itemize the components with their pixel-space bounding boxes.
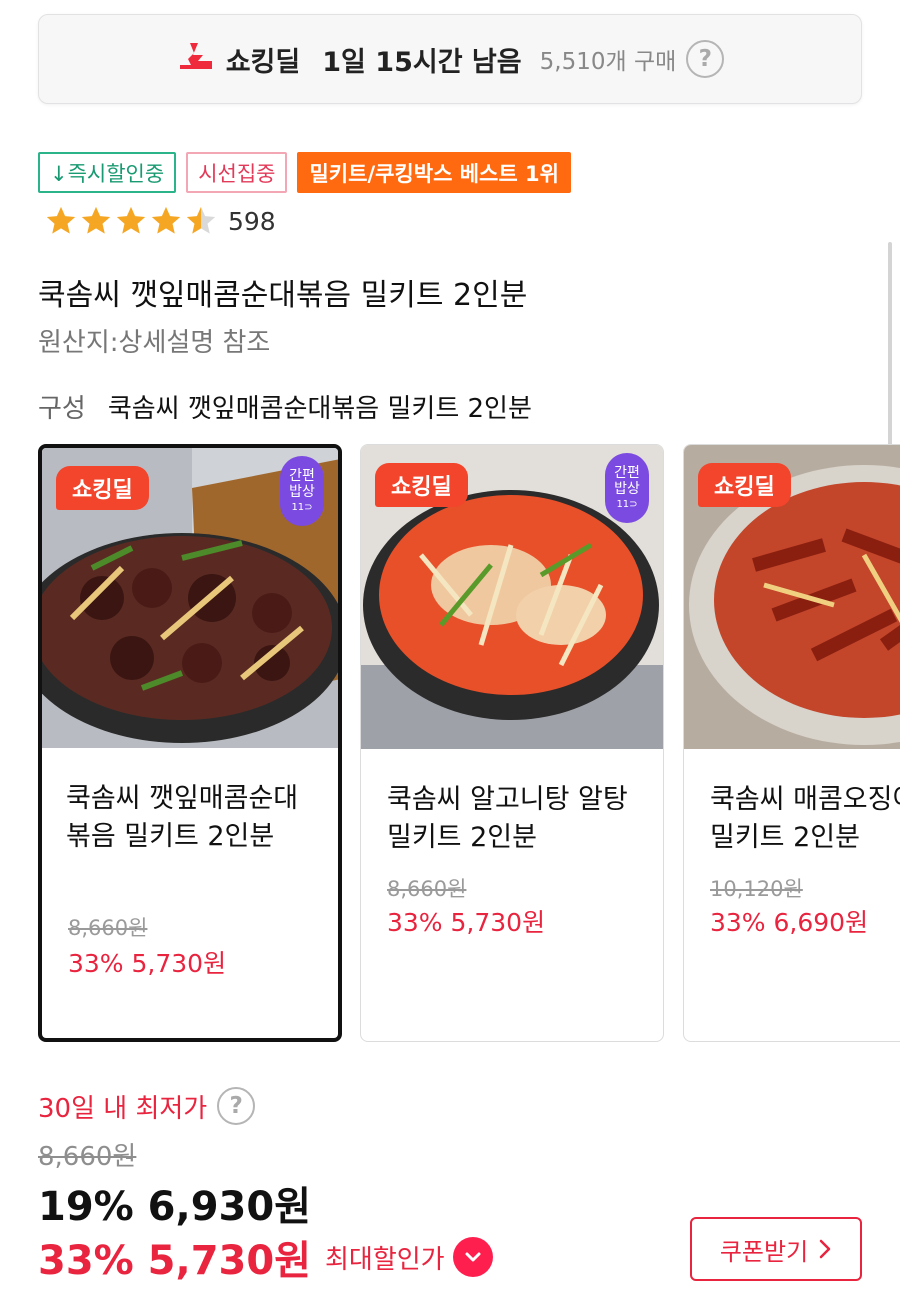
help-icon[interactable]: ? <box>686 40 725 78</box>
star-icon <box>116 206 146 234</box>
option-original-price: 8,660원 <box>387 877 467 901</box>
help-icon[interactable]: ? <box>217 1087 256 1125</box>
deal-sold-count: 5,510개 구매 <box>539 49 677 75</box>
option-discount-price: 33% 5,730원 <box>387 908 546 937</box>
option-discount-price: 33% 6,690원 <box>710 908 869 937</box>
product-title: 쿡솜씨 깻잎매콤순대볶음 밀키트 2인분 <box>38 278 528 313</box>
product-badges: ↓즉시할인중 시선집중 밀키트/쿠킹박스 베스트 1위 <box>38 152 571 193</box>
chevron-down-icon[interactable] <box>452 1237 493 1277</box>
meal-tag-logo: 11⊃ <box>291 502 313 514</box>
option-card[interactable]: 쇼킹딜 간편 밥상 11⊃ 쿡솜씨 알고니탕 알탕 밀키트 2인분 8,660원… <box>360 444 664 1042</box>
get-coupon-button[interactable]: 쿠폰받기 <box>690 1217 862 1281</box>
deal-name: 쇼킹딜 <box>225 46 301 78</box>
option-carousel[interactable]: 쇼킹딜 간편 밥상 11⊃ 쿡솜씨 깻잎매콤순대볶음 밀키트 2인분 8,660… <box>38 444 900 1044</box>
lowest-price-label: 30일 내 최저가 <box>38 1093 208 1124</box>
product-image: 쇼킹딜 <box>684 445 900 749</box>
shocking-deal-tag: 쇼킹딜 <box>56 466 149 510</box>
option-discount-price: 33% 5,730원 <box>68 949 227 978</box>
star-rating <box>44 204 218 238</box>
option-name: 쿡솜씨 매콤오징어볶음 밀키트 2인분 <box>710 784 900 853</box>
coupon-button-label: 쿠폰받기 <box>719 1237 809 1266</box>
original-price: 8,660원 <box>38 1142 137 1172</box>
compose-label: 구성 <box>38 394 86 424</box>
max-discount-label: 최대할인가 <box>325 1244 445 1275</box>
max-discount-price: 33% 5,730원 최대할인가 <box>38 1228 493 1286</box>
easy-meal-tag: 간편 밥상 11⊃ <box>605 453 649 523</box>
max-discount-value: 33% 5,730원 <box>38 1238 311 1284</box>
instant-discount-badge: ↓즉시할인중 <box>38 152 177 193</box>
compose-value: 쿡솜씨 깻잎매콤순대볶음 밀키트 2인분 <box>107 394 532 424</box>
shocking-deal-logo-icon <box>179 43 212 69</box>
meal-tag-line1: 간편 <box>614 465 640 482</box>
shocking-deal-tag: 쇼킹딜 <box>698 463 791 507</box>
star-icon <box>46 206 76 234</box>
product-origin: 원산지:상세설명 참조 <box>38 328 271 358</box>
option-card[interactable]: 쇼킹딜 쿡솜씨 매콤오징어볶음 밀키트 2인분 10,120원 33% 6,69… <box>683 444 900 1042</box>
best-rank-badge[interactable]: 밀키트/쿠킹박스 베스트 1위 <box>297 152 571 193</box>
meal-tag-logo: 11⊃ <box>616 499 638 511</box>
star-icon <box>81 206 111 234</box>
option-original-price: 8,660원 <box>68 916 148 940</box>
product-image: 쇼킹딜 간편 밥상 11⊃ <box>361 445 663 749</box>
shocking-deal-tag: 쇼킹딜 <box>375 463 468 507</box>
review-count: 598 <box>228 206 276 236</box>
discount-price: 19% 6,930원 <box>38 1184 311 1230</box>
option-composition: 구성 쿡솜씨 깻잎매콤순대볶음 밀키트 2인분 <box>38 388 532 425</box>
half-star-icon <box>186 206 216 234</box>
deal-time-left: 1일 15시간 남음 <box>322 46 522 78</box>
rating[interactable]: 598 <box>44 204 276 238</box>
attention-badge: 시선집중 <box>186 152 288 193</box>
lowest-price-30days: 30일 내 최저가 ? <box>38 1087 256 1125</box>
meal-tag-line1: 간편 <box>289 468 315 485</box>
option-name: 쿡솜씨 알고니탕 알탕 밀키트 2인분 <box>387 784 628 853</box>
meal-tag-line2: 밥상 <box>289 484 315 501</box>
option-name: 쿡솜씨 깻잎매콤순대볶음 밀키트 2인분 <box>66 783 299 852</box>
shocking-deal-bar[interactable]: 쇼킹딜 1일 15시간 남음 5,510개 구매 ? <box>38 14 862 104</box>
meal-tag-line2: 밥상 <box>614 481 640 498</box>
easy-meal-tag: 간편 밥상 11⊃ <box>280 456 324 526</box>
chevron-right-icon <box>819 1239 831 1259</box>
option-original-price: 10,120원 <box>710 877 803 901</box>
option-card-selected[interactable]: 쇼킹딜 간편 밥상 11⊃ 쿡솜씨 깻잎매콤순대볶음 밀키트 2인분 8,660… <box>38 444 342 1042</box>
star-icon <box>151 206 181 234</box>
product-image: 쇼킹딜 간편 밥상 11⊃ <box>42 448 338 748</box>
